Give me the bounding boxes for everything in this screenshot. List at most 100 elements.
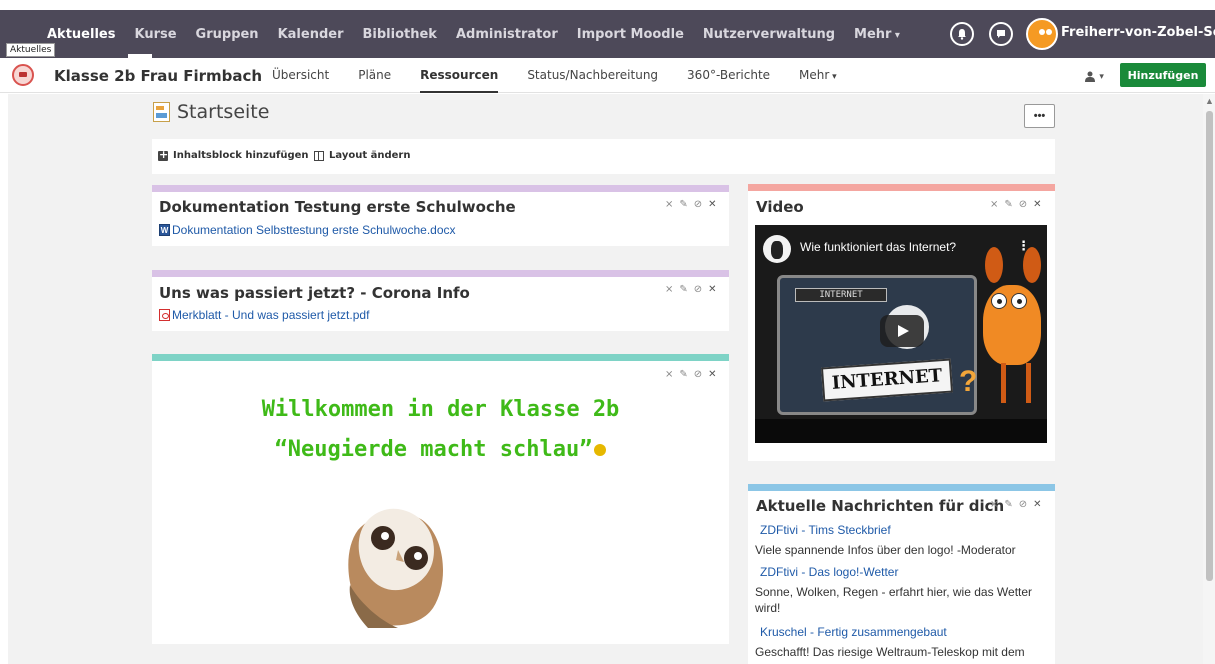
page-options-button[interactable]: •••: [1024, 104, 1055, 128]
edit-icon[interactable]: ✎: [1004, 499, 1012, 510]
scrollbar-thumb[interactable]: [1206, 111, 1213, 581]
block-controls: ⨯ ✎ ⊘ ✕: [990, 199, 1042, 210]
pdf-file-icon: [159, 309, 170, 321]
tab-360-berichte[interactable]: 360°-Berichte: [687, 58, 770, 93]
nav-tooltip: Aktuelles: [6, 43, 56, 57]
block-controls: ⨯ ✎ ⊘ ✕: [665, 284, 717, 295]
edit-icon[interactable]: ✎: [679, 369, 687, 380]
word-file-icon: W: [159, 224, 170, 236]
mouse-eye-left: [991, 293, 1007, 309]
course-subnav: Übersicht Pläne Ressourcen Status/Nachbe…: [272, 58, 866, 93]
tab-ressourcen[interactable]: Ressourcen: [420, 58, 499, 93]
collapse-icon[interactable]: ⨯: [665, 284, 673, 295]
tab-plaene[interactable]: Pläne: [358, 58, 391, 93]
close-icon[interactable]: ✕: [1033, 499, 1041, 510]
block-documentation: Dokumentation Testung erste Schulwoche ⨯…: [152, 185, 729, 246]
link-icon[interactable]: ⊘: [694, 369, 702, 380]
play-button[interactable]: [880, 315, 924, 347]
channel-avatar[interactable]: [763, 235, 791, 263]
nav-kurse[interactable]: Kurse: [134, 27, 176, 42]
block-color-bar: [748, 184, 1055, 191]
file-link-pdf[interactable]: Merkblatt - Und was passiert jetzt.pdf: [159, 308, 369, 322]
welcome-heading: Willkommen in der Klasse 2b: [261, 397, 620, 422]
course-navigation-bar: Klasse 2b Frau Firmbach Übersicht Pläne …: [0, 58, 1215, 93]
graduation-cap-icon: [12, 64, 34, 86]
scroll-up-icon[interactable]: ▲: [1205, 96, 1214, 106]
nav-aktuelles[interactable]: Aktuelles: [47, 27, 115, 42]
main-nav: Aktuelles Kurse Gruppen Kalender Bibliot…: [0, 10, 919, 58]
block-title: Aktuelle Nachrichten für dich: [756, 497, 1005, 515]
mouse-ear-left: [985, 247, 1003, 283]
collapse-icon[interactable]: ⨯: [990, 199, 998, 210]
plus-square-icon: [158, 148, 168, 161]
smiley-icon: [594, 444, 607, 456]
close-icon[interactable]: ✕: [708, 369, 716, 380]
block-title: Dokumentation Testung erste Schulwoche: [159, 198, 516, 216]
file-link-docx[interactable]: W Dokumentation Selbsttestung erste Schu…: [159, 223, 456, 237]
edit-icon[interactable]: ✎: [1004, 199, 1012, 210]
link-icon[interactable]: ⊘: [1019, 199, 1027, 210]
news-item-link[interactable]: ZDFtivi - Tims Steckbrief: [760, 523, 891, 537]
mouse-legs: [1001, 363, 1031, 403]
user-menu-dropdown[interactable]: ▾: [1084, 68, 1104, 82]
link-icon[interactable]: ⊘: [694, 284, 702, 295]
block-color-bar: [748, 484, 1055, 491]
tab-uebersicht[interactable]: Übersicht: [272, 58, 329, 93]
tab-mehr-dropdown[interactable]: Mehr: [799, 58, 837, 93]
add-content-block-label: Inhaltsblock hinzufügen: [173, 150, 309, 161]
tab-status-nachbereitung[interactable]: Status/Nachbereitung: [527, 58, 658, 93]
welcome-motto-text: “Neugierde macht schlau”: [274, 437, 593, 462]
news-item-text: Geschafft! Das riesige Weltraum-Teleskop…: [755, 645, 1025, 659]
messages-button[interactable]: [989, 22, 1013, 46]
chat-icon: [997, 30, 1005, 38]
block-corona-info: Uns was passiert jetzt? - Corona Info ⨯ …: [152, 270, 729, 331]
block-color-bar: [152, 185, 729, 192]
edit-icon[interactable]: ✎: [679, 284, 687, 295]
add-button[interactable]: Hinzufügen: [1120, 63, 1206, 87]
block-controls: ⨯ ✎ ⊘ ✕: [990, 499, 1042, 510]
nav-gruppen[interactable]: Gruppen: [196, 27, 259, 42]
block-title: Video: [756, 198, 804, 216]
question-mark-decoration: ?: [959, 365, 978, 398]
news-item-link[interactable]: ZDFtivi - Das logo!-Wetter: [760, 565, 898, 579]
nav-import-moodle[interactable]: Import Moodle: [577, 27, 684, 42]
nav-administrator[interactable]: Administrator: [456, 27, 558, 42]
page-toolbar: Inhaltsblock hinzufügen Layout ändern: [152, 139, 1055, 174]
link-icon[interactable]: ⊘: [1019, 499, 1027, 510]
nav-mehr-dropdown[interactable]: Mehr: [854, 27, 900, 42]
avatar[interactable]: [1026, 18, 1058, 50]
edit-icon[interactable]: ✎: [679, 199, 687, 210]
change-layout-button[interactable]: Layout ändern: [314, 150, 410, 161]
news-item-link[interactable]: Kruschel - Fertig zusammengebaut: [760, 625, 947, 639]
video-menu-icon[interactable]: ⋮: [1017, 238, 1030, 254]
block-controls: ⨯ ✎ ⊘ ✕: [665, 369, 717, 380]
notifications-button[interactable]: [950, 22, 974, 46]
file-link-label: Dokumentation Selbsttestung erste Schulw…: [172, 223, 456, 237]
owl-image: [348, 508, 444, 628]
scrollbar[interactable]: ▲: [1203, 94, 1215, 664]
video-bottom-bar: [755, 419, 1047, 443]
mouse-eye-right: [1011, 293, 1027, 309]
close-icon[interactable]: ✕: [1033, 199, 1041, 210]
file-link-label: Merkblatt - Und was passiert jetzt.pdf: [172, 308, 370, 322]
collapse-icon[interactable]: ⨯: [665, 369, 673, 380]
course-title[interactable]: Klasse 2b Frau Firmbach: [54, 67, 262, 85]
nav-nutzerverwaltung[interactable]: Nutzerverwaltung: [703, 27, 835, 42]
welcome-motto: “Neugierde macht schlau”: [152, 437, 729, 462]
video-title[interactable]: Wie funktioniert das Internet?: [800, 240, 956, 254]
block-title: Uns was passiert jetzt? - Corona Info: [159, 284, 470, 302]
nav-bibliothek[interactable]: Bibliothek: [363, 27, 437, 42]
video-player[interactable]: INTERNET INTERNET ? Wie funktioniert das…: [755, 225, 1047, 443]
nav-kalender[interactable]: Kalender: [278, 27, 344, 42]
link-icon[interactable]: ⊘: [694, 199, 702, 210]
add-content-block-button[interactable]: Inhaltsblock hinzufügen: [158, 148, 309, 161]
username-label[interactable]: Freiherr-von-Zobel-Sch...: [1061, 25, 1215, 40]
layout-icon: [314, 150, 324, 161]
collapse-icon[interactable]: ⨯: [990, 499, 998, 510]
change-layout-label: Layout ändern: [329, 150, 411, 161]
close-icon[interactable]: ✕: [708, 199, 716, 210]
user-icon: [1085, 71, 1095, 82]
collapse-icon[interactable]: ⨯: [665, 199, 673, 210]
close-icon[interactable]: ✕: [708, 284, 716, 295]
top-navigation-bar: Aktuelles Kurse Gruppen Kalender Bibliot…: [0, 10, 1215, 58]
